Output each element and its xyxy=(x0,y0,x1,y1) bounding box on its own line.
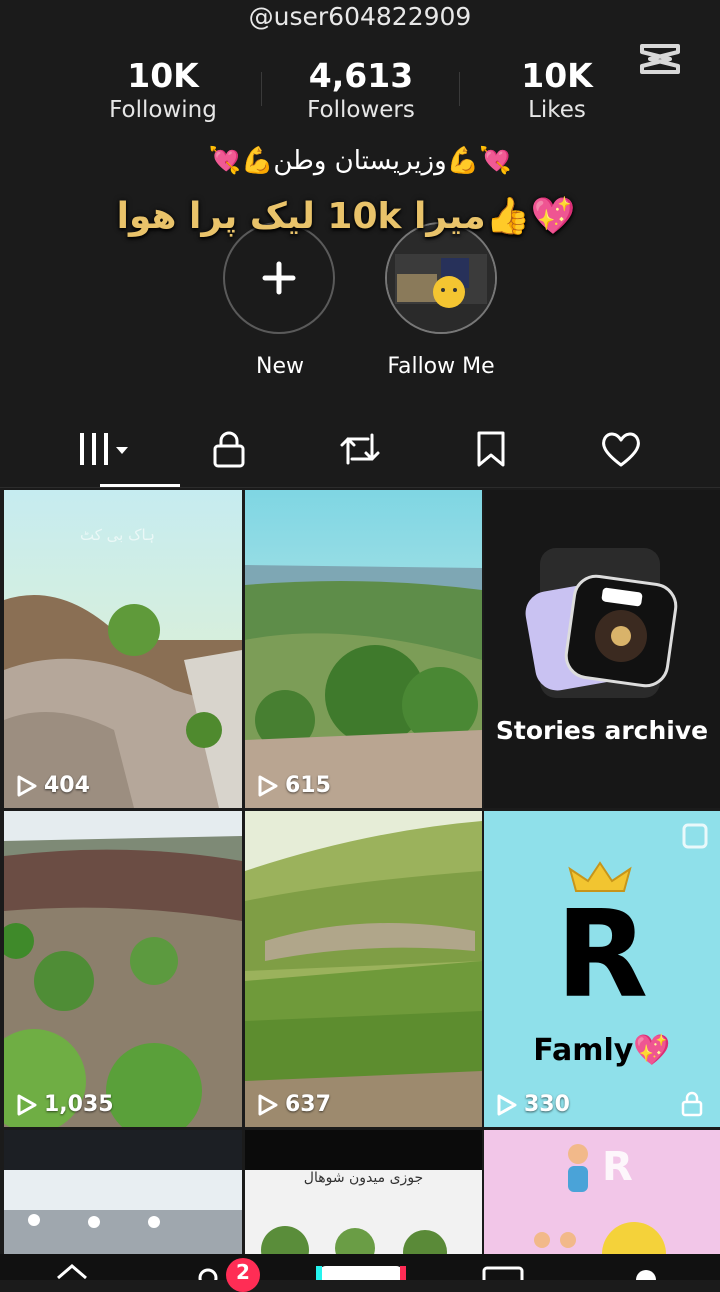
video-thumbnail xyxy=(4,811,242,1127)
watermark-text: ہاک بی کٹ xyxy=(80,526,155,544)
new-highlight-button[interactable] xyxy=(223,222,335,334)
video-tile[interactable]: 637 xyxy=(245,811,482,1127)
likes-label: Likes xyxy=(528,97,586,123)
username: @user604822909 xyxy=(248,2,472,31)
video-tile[interactable] xyxy=(4,1130,242,1254)
likes-stat[interactable]: 10K Likes xyxy=(477,56,637,124)
view-count: 330 xyxy=(496,1092,570,1117)
pink-tile-letter: R xyxy=(602,1144,633,1190)
likes-count: 10K xyxy=(521,56,593,95)
view-count-text: 637 xyxy=(285,1092,331,1117)
following-stat[interactable]: 10K Following xyxy=(83,56,243,124)
overlay-caption: 💖👍میرا 10k لیک پرا ھوا xyxy=(116,196,576,237)
video-thumbnail xyxy=(245,490,482,808)
view-count-text: 404 xyxy=(44,773,90,798)
play-icon xyxy=(17,775,37,796)
followers-count: 4,613 xyxy=(308,56,414,95)
tile-caption: جوزی میدون شوھال xyxy=(303,1170,424,1186)
video-tile[interactable]: جوزی میدون شوھال xyxy=(245,1130,482,1254)
lock-icon xyxy=(213,431,245,468)
bookmark-icon xyxy=(477,431,505,467)
highlight-label-new: New xyxy=(256,354,304,379)
tab-liked[interactable] xyxy=(571,420,671,478)
famly-text: Famly💖 xyxy=(533,1033,671,1068)
video-thumbnail xyxy=(245,1130,482,1254)
play-icon xyxy=(258,1094,278,1115)
view-count-text: 1,035 xyxy=(44,1092,114,1117)
video-thumbnail xyxy=(245,811,482,1127)
bottom-navigation xyxy=(0,1254,720,1290)
view-count: 404 xyxy=(16,773,90,798)
stories-archive-label: Stories archive xyxy=(495,716,709,745)
video-tile[interactable]: R xyxy=(484,1130,720,1254)
play-icon xyxy=(497,1094,517,1115)
heart-icon xyxy=(602,432,640,467)
followers-stat[interactable]: 4,613 Followers xyxy=(281,56,441,124)
r-letter: R xyxy=(555,886,649,1025)
tab-favorites[interactable] xyxy=(441,420,541,478)
following-label: Following xyxy=(109,97,217,123)
highlight-label-fallow-me: Fallow Me xyxy=(387,354,495,379)
view-count: 615 xyxy=(257,773,331,798)
lock-icon xyxy=(681,1091,703,1117)
tab-reposts[interactable] xyxy=(310,420,410,478)
video-tile[interactable]: R Famly💖 330 xyxy=(484,811,720,1127)
video-tile[interactable]: ہاک بی کٹ 404 xyxy=(4,490,242,808)
video-thumbnail xyxy=(4,1130,242,1254)
view-count-text: 615 xyxy=(285,773,331,798)
stories-archive-graphic xyxy=(484,490,720,808)
view-count-text: 330 xyxy=(524,1092,570,1117)
view-count: 637 xyxy=(257,1092,331,1117)
view-count: 1,035 xyxy=(16,1092,114,1117)
video-tile[interactable]: 1,035 xyxy=(4,811,242,1127)
fallow-me-highlight[interactable] xyxy=(385,222,497,334)
tab-private[interactable] xyxy=(179,420,279,478)
stat-divider xyxy=(261,72,262,106)
following-count: 10K xyxy=(127,56,199,95)
play-icon xyxy=(17,1094,37,1115)
capcut-logo-icon[interactable] xyxy=(636,40,684,78)
tab-separator xyxy=(0,487,720,488)
grid-icon xyxy=(80,433,128,465)
video-tile[interactable]: 615 xyxy=(245,490,482,808)
bottom-nav-icons xyxy=(57,1264,656,1290)
plus-icon xyxy=(262,261,296,295)
stat-divider xyxy=(459,72,460,106)
repost-icon xyxy=(340,433,380,465)
highlight-thumbnail xyxy=(387,224,495,332)
notification-badge: 2 xyxy=(226,1258,260,1292)
followers-label: Followers xyxy=(307,97,415,123)
stories-archive-tile[interactable]: Stories archive xyxy=(484,490,720,808)
bio-text: 💘💪وزیریستان وطن💪💘 xyxy=(208,146,512,176)
profile-tab-bar xyxy=(0,420,720,486)
play-icon xyxy=(258,775,278,796)
tab-videos[interactable] xyxy=(56,420,156,478)
